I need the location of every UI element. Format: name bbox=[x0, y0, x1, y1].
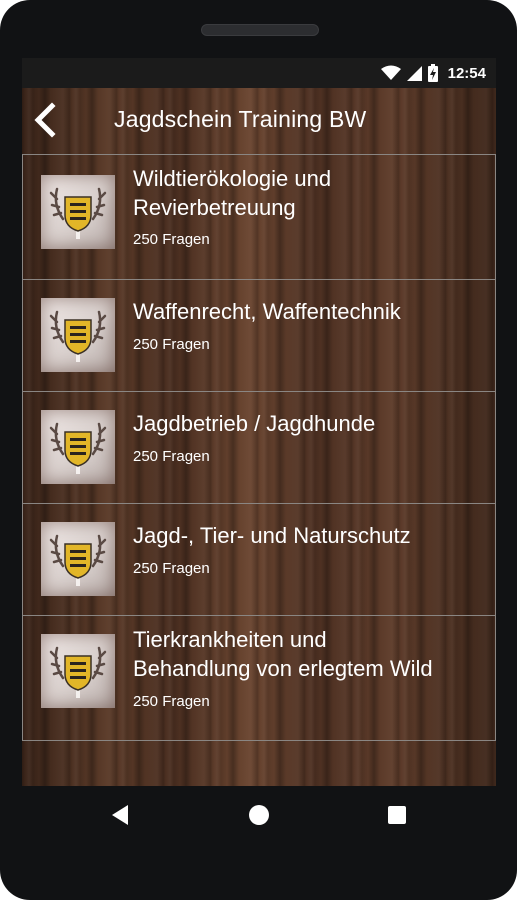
category-list: Wildtierökologie und Revierbetreuung 250… bbox=[22, 154, 496, 741]
category-thumbnail bbox=[41, 522, 115, 596]
system-nav-bar bbox=[0, 786, 517, 844]
wifi-icon bbox=[380, 65, 401, 80]
home-circle-icon bbox=[249, 805, 269, 825]
category-thumbnail bbox=[41, 410, 115, 484]
nav-back-button[interactable] bbox=[106, 802, 132, 833]
question-count: 250 Fragen bbox=[133, 231, 210, 248]
question-count: 250 Fragen bbox=[133, 336, 210, 353]
page-title: Jagdschein Training BW bbox=[114, 106, 367, 132]
list-item-tierkrankheiten[interactable]: Tierkrankheiten und Behandlung von erleg… bbox=[22, 615, 496, 741]
back-button[interactable] bbox=[28, 100, 64, 140]
question-count: 250 Fragen bbox=[133, 448, 210, 465]
question-count: 250 Fragen bbox=[133, 560, 210, 577]
category-title: Tierkrankheiten und Behandlung von erleg… bbox=[133, 627, 433, 681]
battery-icon bbox=[427, 64, 438, 82]
stag-crest-icon bbox=[49, 646, 107, 698]
stag-crest-icon bbox=[49, 187, 107, 239]
stag-crest-icon bbox=[49, 534, 107, 586]
category-thumbnail bbox=[41, 175, 115, 249]
category-title: Waffenrecht, Waffentechnik bbox=[133, 299, 401, 324]
phone-frame: 12:54 Jagdschein Training BW Wildtieröko… bbox=[0, 0, 517, 900]
stag-crest-icon bbox=[49, 422, 107, 474]
category-thumbnail bbox=[41, 634, 115, 708]
category-title: Jagdbetrieb / Jagdhunde bbox=[133, 411, 376, 436]
stag-crest-icon bbox=[49, 310, 107, 362]
signal-icon bbox=[406, 66, 422, 81]
nav-home-button[interactable] bbox=[246, 802, 272, 833]
category-thumbnail bbox=[41, 298, 115, 372]
app-screen: 12:54 Jagdschein Training BW Wildtieröko… bbox=[22, 58, 496, 786]
status-bar: 12:54 bbox=[22, 58, 496, 88]
earpiece-speaker bbox=[201, 24, 319, 36]
list-item-wildtieroekologie[interactable]: Wildtierökologie und Revierbetreuung 250… bbox=[22, 154, 496, 279]
recents-square-icon bbox=[388, 806, 406, 824]
list-item-waffenrecht[interactable]: Waffenrecht, Waffentechnik 250 Fragen bbox=[22, 279, 496, 391]
nav-recents-button[interactable] bbox=[384, 802, 410, 833]
list-item-jagdbetrieb[interactable]: Jagdbetrieb / Jagdhunde 250 Fragen bbox=[22, 391, 496, 503]
category-title: Jagd-, Tier- und Naturschutz bbox=[133, 523, 411, 548]
list-item-naturschutz[interactable]: Jagd-, Tier- und Naturschutz 250 Fragen bbox=[22, 503, 496, 615]
question-count: 250 Fragen bbox=[133, 693, 210, 710]
app-bar: Jagdschein Training BW bbox=[22, 88, 496, 154]
back-arrow-icon bbox=[34, 102, 56, 138]
back-triangle-icon bbox=[112, 805, 128, 825]
category-title: Wildtierökologie und Revierbetreuung bbox=[133, 166, 332, 220]
status-time: 12:54 bbox=[447, 64, 486, 82]
